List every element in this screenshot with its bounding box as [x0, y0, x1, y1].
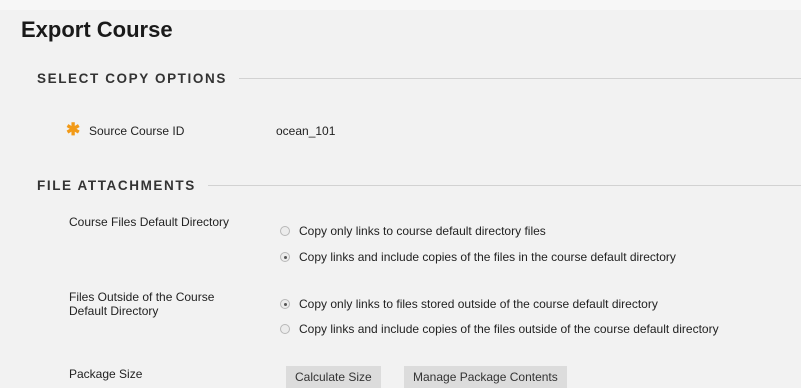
section-header-file-attachments: FILE ATTACHMENTS	[37, 175, 801, 195]
section-heading-file-attachments: FILE ATTACHMENTS	[37, 177, 196, 193]
files-outside-directory-label: Files Outside of the Course Default Dire…	[69, 290, 214, 318]
manage-package-contents-button[interactable]: Manage Package Contents	[404, 366, 567, 388]
course-files-default-directory-label: Course Files Default Directory	[69, 215, 230, 229]
radio-button-unchecked[interactable]	[280, 324, 290, 334]
package-size-label: Package Size	[69, 367, 143, 381]
radio-option-label: Copy links and include copies of the fil…	[299, 322, 719, 336]
radio-option-outside-include-copies[interactable]: Copy links and include copies of the fil…	[280, 322, 719, 336]
calculate-size-button[interactable]: Calculate Size	[286, 366, 381, 388]
top-strip	[0, 0, 801, 10]
radio-button-checked[interactable]	[280, 299, 290, 309]
files-outside-directory-label-line1: Files Outside of the Course	[69, 290, 215, 304]
radio-button-unchecked[interactable]	[280, 226, 290, 236]
export-course-page: Export Course SELECT COPY OPTIONS ✱ Sour…	[0, 0, 801, 388]
radio-button-checked[interactable]	[280, 252, 290, 262]
source-course-id-label: Source Course ID	[89, 124, 185, 138]
section-header-select-copy-options: SELECT COPY OPTIONS	[37, 68, 801, 88]
required-asterisk-icon: ✱	[66, 120, 81, 139]
section-divider	[207, 184, 801, 186]
radio-option-default-include-copies[interactable]: Copy links and include copies of the fil…	[280, 250, 676, 264]
section-heading-select-copy-options: SELECT COPY OPTIONS	[37, 70, 227, 86]
radio-option-outside-links-only[interactable]: Copy only links to files stored outside …	[280, 297, 658, 311]
section-divider	[238, 77, 801, 79]
radio-option-label: Copy only links to files stored outside …	[299, 297, 658, 311]
source-course-id-value: ocean_101	[276, 124, 336, 138]
radio-option-label: Copy links and include copies of the fil…	[299, 250, 676, 264]
radio-option-default-links-only[interactable]: Copy only links to course default direct…	[280, 224, 546, 238]
page-title: Export Course	[21, 17, 173, 42]
radio-option-label: Copy only links to course default direct…	[299, 224, 546, 238]
files-outside-directory-label-line2: Default Directory	[69, 304, 159, 318]
